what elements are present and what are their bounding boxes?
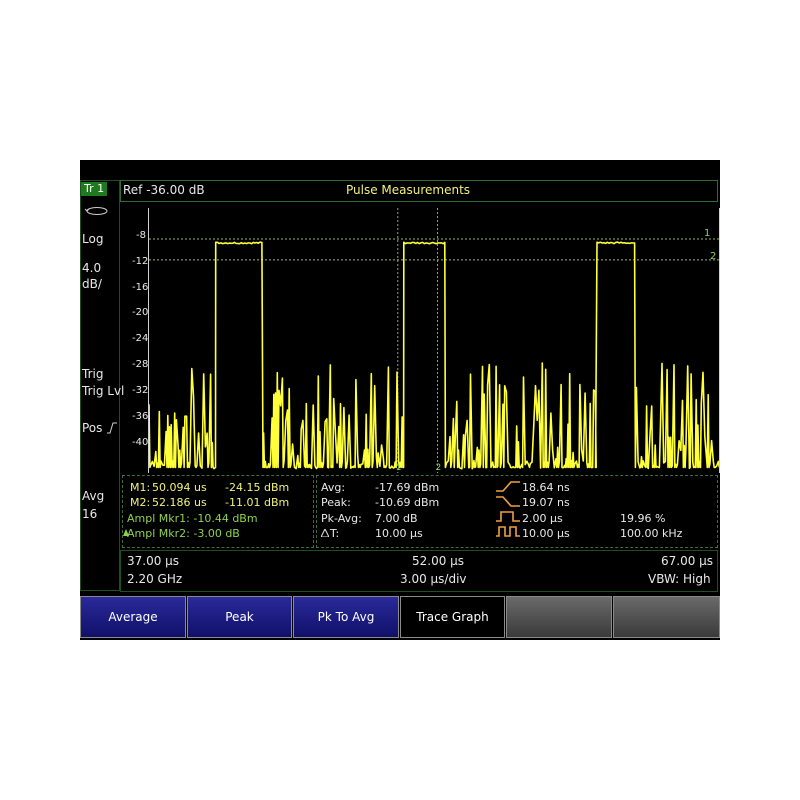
m1-value: -24.15 dBm (225, 481, 290, 494)
softkey-5-button[interactable] (506, 596, 612, 638)
avg-meas-value: -17.69 dBm (375, 481, 440, 494)
y-tick: -28 (132, 359, 149, 370)
trace-svg: 1 2 1 2 (149, 208, 719, 473)
y-tick: -8 (136, 230, 146, 241)
avg-label: Avg (82, 489, 105, 503)
y-tick: -36 (132, 411, 149, 422)
trace-badge[interactable]: Tr 1 (81, 182, 108, 196)
pos-label: Pos (82, 421, 103, 435)
center-frequency[interactable]: 2.20 GHz (127, 573, 182, 586)
period-value: 10.00 µs (522, 527, 570, 540)
prf-value: 100.00 kHz (620, 527, 683, 540)
pk-to-avg-button[interactable]: Pk To Avg (293, 596, 399, 638)
peak-button[interactable]: Peak (187, 596, 292, 638)
delta-marker-icon (123, 529, 129, 536)
softkey-bar: Average Peak Pk To Avg Trace Graph (80, 596, 720, 640)
avg-meas-label: Avg: (321, 481, 346, 494)
delta-icon (321, 529, 329, 537)
y-tick: -20 (132, 307, 149, 318)
pulse-width-icon (496, 511, 520, 522)
stop-time[interactable]: 67.00 µs (661, 555, 713, 568)
y-tick: -24 (132, 333, 149, 344)
ref-level[interactable]: Ref -36.00 dB (123, 184, 205, 197)
start-time[interactable]: 37.00 µs (127, 555, 179, 568)
y-tick: -12 (132, 256, 149, 267)
fall-time-value: 19.07 ns (522, 496, 570, 509)
softkey-6-button[interactable] (613, 596, 720, 638)
delta-time-value: 10.00 µs (375, 527, 423, 540)
trig-level-label: Trig Lvl (82, 384, 125, 398)
marker1-label: 1 (704, 228, 710, 239)
center-time[interactable]: 52.00 µs (412, 555, 464, 568)
period-icon (496, 526, 520, 537)
rising-edge-icon (107, 422, 117, 434)
pkavg-meas-value: 7.00 dB (375, 512, 418, 525)
trig-label: Trig (82, 367, 104, 381)
rise-time-icon (496, 481, 520, 492)
peak-meas-label: Peak: (321, 496, 351, 509)
scale-unit: dB/ (82, 277, 102, 291)
scale-mode: Log (82, 232, 104, 246)
trace-graph-button[interactable]: Trace Graph (400, 596, 505, 638)
pulse-trace (149, 241, 719, 470)
rise-time-value: 18.64 ns (522, 481, 570, 494)
analyzer-screen: Tr 1 Log 4.0 dB/ Trig Trig Lvl Pos Avg 1… (80, 160, 720, 640)
peak-meas-value: -10.69 dBm (375, 496, 440, 509)
m2-value: -11.01 dBm (225, 496, 290, 509)
ampl-marker1: Ampl Mkr1: -10.44 dBm (127, 512, 258, 525)
m1-label: M1: (130, 481, 151, 494)
average-button[interactable]: Average (80, 596, 186, 638)
marker2-bottom-label: 2 (436, 463, 442, 473)
fall-time-icon (496, 496, 520, 507)
page-title: Pulse Measurements (346, 183, 471, 197)
duty-cycle-value: 19.96 % (620, 512, 666, 525)
y-tick: -40 (132, 437, 149, 448)
ampl-marker2: Ampl Mkr2: -3.00 dB (127, 527, 240, 540)
marker2-label: 2 (710, 251, 716, 262)
scale-value: 4.0 (82, 261, 102, 275)
y-tick: -16 (132, 282, 149, 293)
time-per-div[interactable]: 3.00 µs/div (400, 573, 467, 586)
m2-label: M2: (130, 496, 151, 509)
vbw-setting[interactable]: VBW: High (648, 573, 711, 586)
marker1-bottom-label: 1 (396, 463, 402, 473)
y-tick: -32 (132, 385, 149, 396)
avg-count: 16 (82, 507, 98, 521)
trace-plot[interactable]: 1 2 1 2 (148, 208, 720, 473)
trace-cycle-icon (84, 207, 108, 215)
delta-time-label: T: (330, 527, 340, 540)
pkavg-meas-label: Pk-Avg: (321, 512, 362, 525)
m1-time: 50.094 us (152, 481, 207, 494)
pulse-width-value: 2.00 µs (522, 512, 563, 525)
m2-time: 52.186 us (152, 496, 207, 509)
